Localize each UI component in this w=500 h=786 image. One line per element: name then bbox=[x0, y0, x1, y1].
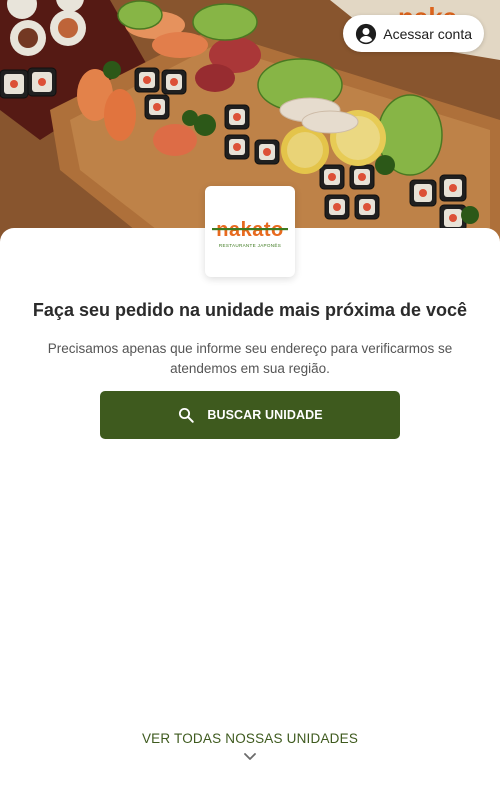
all-units-link-label: VER TODAS NOSSAS UNIDADES bbox=[141, 731, 359, 746]
nakato-logo-icon: nakato bbox=[212, 219, 288, 241]
search-unit-button[interactable]: BUSCAR UNIDADE bbox=[100, 391, 400, 439]
account-circle-icon bbox=[355, 23, 377, 45]
search-icon bbox=[177, 406, 195, 424]
page-title: Faça seu pedido na unidade mais próxima … bbox=[32, 300, 468, 320]
chevron-down-icon bbox=[243, 752, 257, 762]
page-description: Precisamos apenas que informe seu endere… bbox=[47, 341, 453, 376]
all-units-link[interactable]: VER TODAS NOSSAS UNIDADES bbox=[0, 731, 500, 762]
logo-tagline: RESTAURANTE JAPONÊS bbox=[218, 242, 282, 248]
account-button[interactable]: Acessar conta bbox=[343, 15, 484, 52]
brand-logo: nakato RESTAURANTE JAPONÊS bbox=[205, 186, 295, 277]
account-button-label: Acessar conta bbox=[383, 25, 472, 42]
search-unit-button-label: BUSCAR UNIDADE bbox=[207, 408, 323, 422]
